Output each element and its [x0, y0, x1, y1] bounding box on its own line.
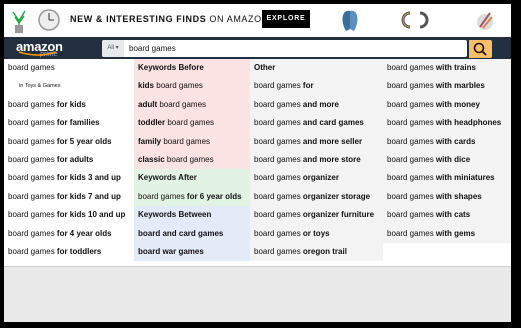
suggestion-item[interactable]: board war games [134, 242, 250, 262]
suggestion-item[interactable]: board games with money [383, 96, 511, 114]
suggestion-item[interactable]: board games and card games [250, 114, 383, 132]
autocomplete-dropdown: board games in Toys & Games board games fo… [4, 59, 511, 271]
suggestion-item[interactable]: board games [4, 59, 134, 77]
section-header: Keywords Between [134, 206, 250, 225]
suggestion-item[interactable]: family board games [134, 132, 250, 151]
suggestion-item[interactable]: board games or toys [250, 225, 383, 243]
suggestion-item[interactable]: classic board games [134, 150, 250, 170]
amazon-smile-icon [18, 51, 57, 56]
page-content-area [4, 266, 511, 322]
suggestion-item[interactable]: board games for toddlers [4, 243, 134, 261]
suggestion-item[interactable]: board games for kids 10 and up [4, 206, 134, 224]
suggestion-item[interactable]: board games with cards [383, 133, 511, 151]
suggestion-item[interactable]: board games for [250, 77, 383, 95]
suggestion-item[interactable]: board games with shapes [383, 188, 511, 206]
suggestion-item[interactable]: board and card games [134, 224, 250, 243]
suggestion-item[interactable]: board games with headphones [383, 114, 511, 132]
category-scope-label[interactable]: in Toys & Games [4, 77, 134, 95]
suggestion-item[interactable]: board games organizer storage [250, 188, 383, 206]
suggestion-item[interactable]: toddler board games [134, 114, 250, 133]
search-category-select[interactable]: All ▾ [102, 40, 124, 57]
section-header: Keywords Before [134, 59, 250, 78]
suggestion-item[interactable]: board games oregon trail [250, 243, 383, 261]
suggestion-item[interactable]: adult board games [134, 95, 250, 115]
browser-frame: NEW & INTERESTING FINDS ON AMAZON EXPLOR… [4, 4, 511, 322]
section-header: Other [254, 63, 276, 72]
with-column: board games with trains board games with … [383, 59, 511, 243]
amazon-header: amazon prime All ▾ board games [4, 37, 511, 59]
suggestions-column: board games in Toys & Games board games fo… [4, 59, 134, 262]
search-button[interactable] [469, 40, 492, 58]
suggestion-item[interactable]: board games for 4 year olds [4, 225, 134, 243]
banner-headline: NEW & INTERESTING FINDS ON AMAZON [70, 14, 269, 24]
suggestion-item[interactable]: board games for 6 year olds [134, 187, 250, 207]
other-column: Other board games for board games and more… [250, 59, 383, 262]
suggestion-item[interactable]: board games for kids 7 and up [4, 188, 134, 206]
suggestion-item[interactable]: board games for kids 3 and up [4, 169, 134, 187]
suggestion-item[interactable]: board games with cats [383, 206, 511, 224]
explore-button[interactable]: EXPLORE [262, 10, 310, 28]
suggestion-item[interactable]: board games with marbles [383, 77, 511, 95]
suggestion-item[interactable]: board games with gems [383, 225, 511, 243]
suggestion-item[interactable]: board games and more seller [250, 133, 383, 151]
promo-banner[interactable]: NEW & INTERESTING FINDS ON AMAZON EXPLOR… [4, 4, 511, 36]
suggestion-item[interactable]: board games for kids [4, 96, 134, 114]
suggestion-item[interactable]: board games and more [250, 96, 383, 114]
suggestion-item[interactable]: board games for families [4, 114, 134, 132]
brush-set-thumbnail-icon [477, 12, 493, 30]
section-header: Keywords After [134, 169, 250, 188]
suggestion-item[interactable]: board games with miniatures [383, 169, 511, 187]
search-box: All ▾ board games [102, 40, 467, 57]
search-icon [473, 42, 487, 56]
suggestion-item[interactable]: board games with dice [383, 151, 511, 169]
keywords-column: Keywords Before kids board games adult boa… [134, 59, 250, 262]
butterfly-wings-thumbnail-icon [342, 10, 358, 31]
search-input[interactable]: board games [129, 40, 176, 57]
suggestion-item[interactable]: board games and more store [250, 151, 383, 169]
suggestion-item[interactable]: board games organizer furniture [250, 206, 383, 224]
suggestion-item[interactable]: board games for 5 year olds [4, 133, 134, 151]
earrings-thumbnail-icon [401, 11, 429, 29]
suggestion-item[interactable]: board games with trains [383, 59, 511, 77]
suggestion-item[interactable]: board games for adults [4, 151, 134, 169]
suggestion-item[interactable]: kids board games [134, 77, 250, 96]
plant-thumbnail-icon [12, 10, 26, 33]
clock-thumbnail-icon [38, 9, 60, 31]
suggestion-item[interactable]: board games organizer [250, 169, 383, 187]
